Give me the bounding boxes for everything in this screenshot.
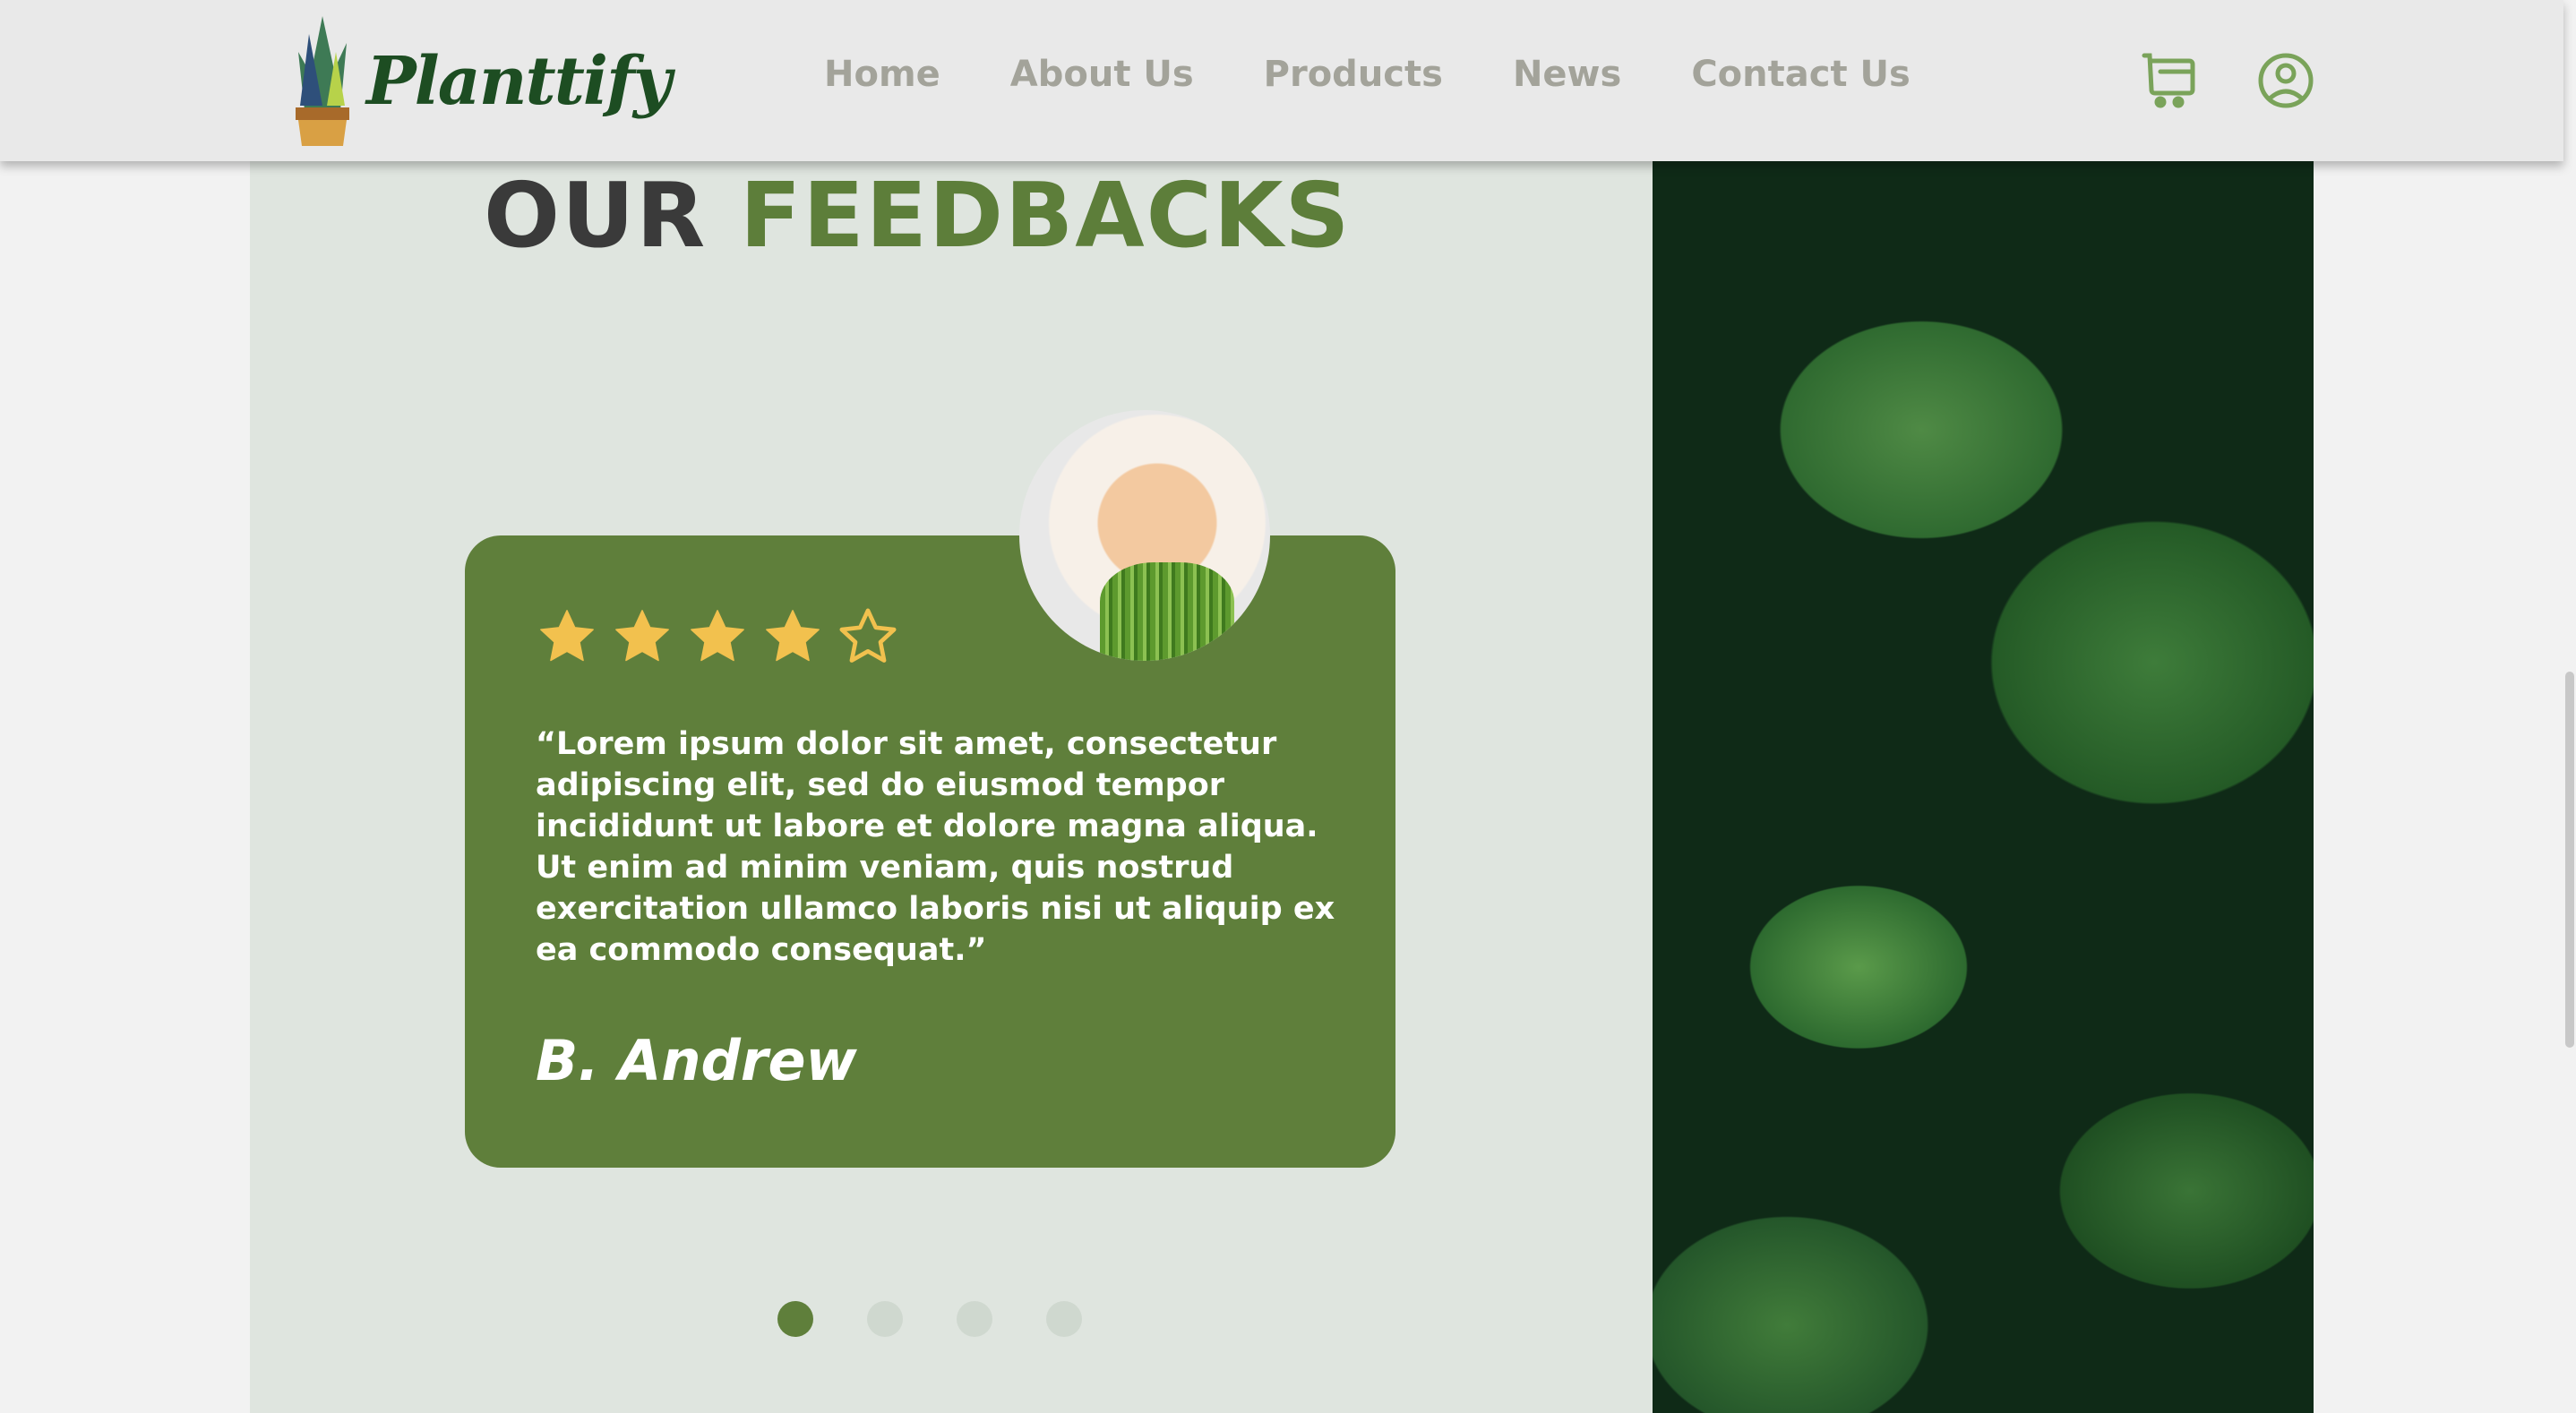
cart-icon bbox=[2142, 53, 2195, 108]
main-nav: Home About Us Products News Contact Us bbox=[824, 54, 1911, 95]
reviewer-name: B. Andrew bbox=[536, 1028, 857, 1093]
star-filled-icon bbox=[766, 610, 820, 662]
header: Planttify Home About Us Products News Co… bbox=[0, 0, 2563, 161]
carousel-pagination bbox=[777, 1301, 1082, 1337]
reviewer-avatar bbox=[1019, 410, 1270, 661]
nav-home[interactable]: Home bbox=[824, 54, 940, 95]
brand-name: Planttify bbox=[366, 42, 672, 120]
logo[interactable]: Planttify bbox=[291, 16, 672, 146]
carousel-dot-4[interactable] bbox=[1046, 1301, 1082, 1337]
nav-about-us[interactable]: About Us bbox=[1010, 54, 1194, 95]
carousel-dot-3[interactable] bbox=[957, 1301, 992, 1337]
carousel-dot-2[interactable] bbox=[867, 1301, 903, 1337]
nav-news[interactable]: News bbox=[1513, 54, 1621, 95]
scrollbar-thumb[interactable] bbox=[2565, 672, 2574, 1048]
carousel-dot-1[interactable] bbox=[777, 1301, 813, 1337]
star-filled-icon bbox=[691, 610, 744, 662]
user-icon bbox=[2258, 53, 2314, 108]
star-rating bbox=[536, 605, 899, 668]
plant-pot-icon bbox=[296, 16, 349, 146]
star-filled-icon bbox=[615, 610, 669, 662]
account-button[interactable] bbox=[2257, 52, 2314, 109]
star-filled-icon bbox=[540, 610, 594, 662]
monstera-leaves-image bbox=[1653, 161, 2314, 1413]
nav-products[interactable]: Products bbox=[1264, 54, 1443, 95]
section-title: OUR FEEDBACKS bbox=[484, 163, 1352, 268]
cart-button[interactable] bbox=[2141, 52, 2198, 109]
testimonial-quote: “Lorem ipsum dolor sit amet, consectetur… bbox=[536, 726, 1335, 968]
star-empty-icon bbox=[839, 608, 897, 663]
nav-contact-us[interactable]: Contact Us bbox=[1691, 54, 1910, 95]
